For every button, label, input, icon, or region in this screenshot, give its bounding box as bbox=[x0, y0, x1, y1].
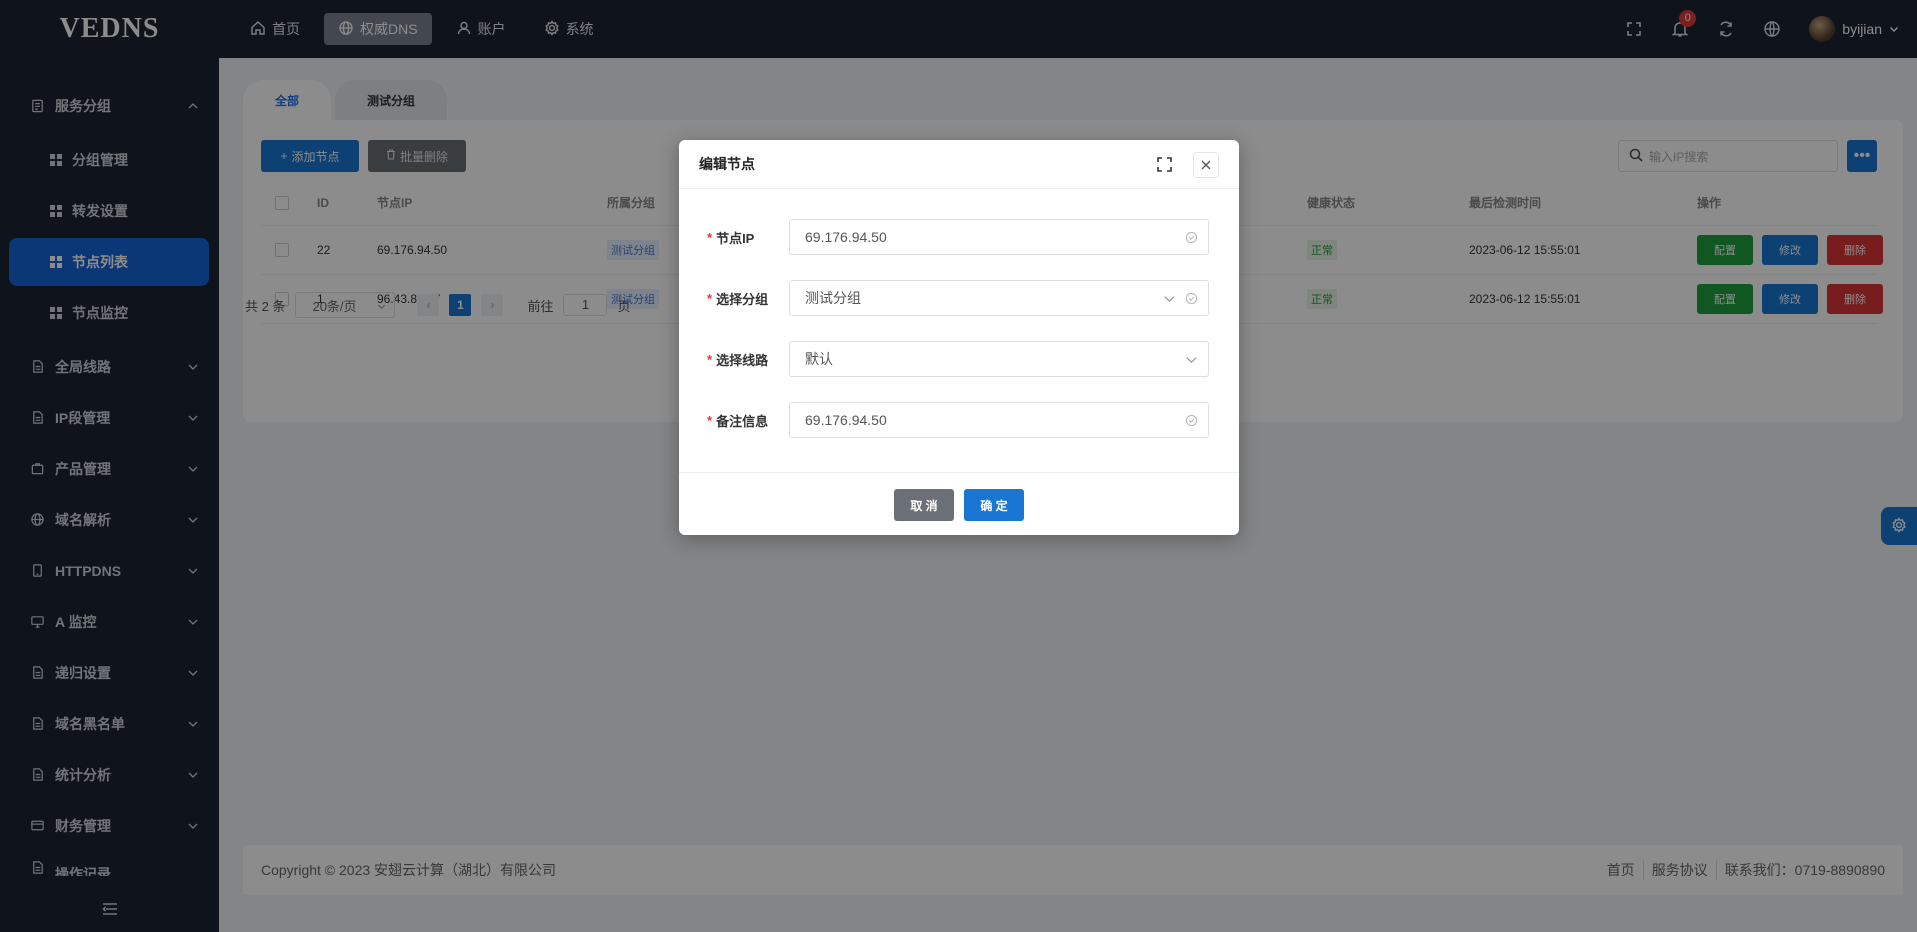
field-label: * 节点IP bbox=[707, 229, 755, 246]
remark-value: 69.176.94.50 bbox=[805, 412, 887, 428]
field-label: * 选择线路 bbox=[707, 351, 769, 368]
chevron-down-icon bbox=[1164, 296, 1175, 303]
line-select-value: 默认 bbox=[805, 351, 833, 367]
close-button[interactable] bbox=[1193, 152, 1219, 178]
node-ip-input[interactable]: 69.176.94.50 bbox=[789, 219, 1209, 255]
field-label: * 备注信息 bbox=[707, 412, 769, 429]
line-select[interactable]: 默认 bbox=[789, 341, 1209, 377]
field-label: * 选择分组 bbox=[707, 290, 769, 307]
edit-node-dialog: 编辑节点 * 节点IP 69.176.94.50 * 选择分组 测试分组 * 选择线路… bbox=[679, 140, 1239, 535]
form-row-node-ip: * 节点IP 69.176.94.50 bbox=[679, 219, 1239, 255]
close-icon bbox=[1201, 157, 1211, 173]
fullscreen-icon[interactable] bbox=[1156, 156, 1173, 173]
chevron-down-icon bbox=[1186, 357, 1197, 364]
form-row-group: * 选择分组 测试分组 bbox=[679, 280, 1239, 316]
dialog-footer: 取 消 确 定 bbox=[679, 472, 1239, 535]
group-select[interactable]: 测试分组 bbox=[789, 280, 1209, 316]
cancel-button[interactable]: 取 消 bbox=[894, 489, 954, 521]
check-circle-icon bbox=[1185, 231, 1198, 244]
dialog-header: 编辑节点 bbox=[679, 140, 1239, 189]
check-circle-icon bbox=[1185, 414, 1198, 427]
group-select-value: 测试分组 bbox=[805, 290, 861, 306]
node-ip-value: 69.176.94.50 bbox=[805, 229, 887, 245]
check-circle-icon bbox=[1185, 292, 1198, 305]
dialog-title: 编辑节点 bbox=[699, 156, 755, 172]
form-row-line: * 选择线路 默认 bbox=[679, 341, 1239, 377]
form-row-remark: * 备注信息 69.176.94.50 bbox=[679, 402, 1239, 438]
remark-input[interactable]: 69.176.94.50 bbox=[789, 402, 1209, 438]
confirm-button[interactable]: 确 定 bbox=[964, 489, 1024, 521]
